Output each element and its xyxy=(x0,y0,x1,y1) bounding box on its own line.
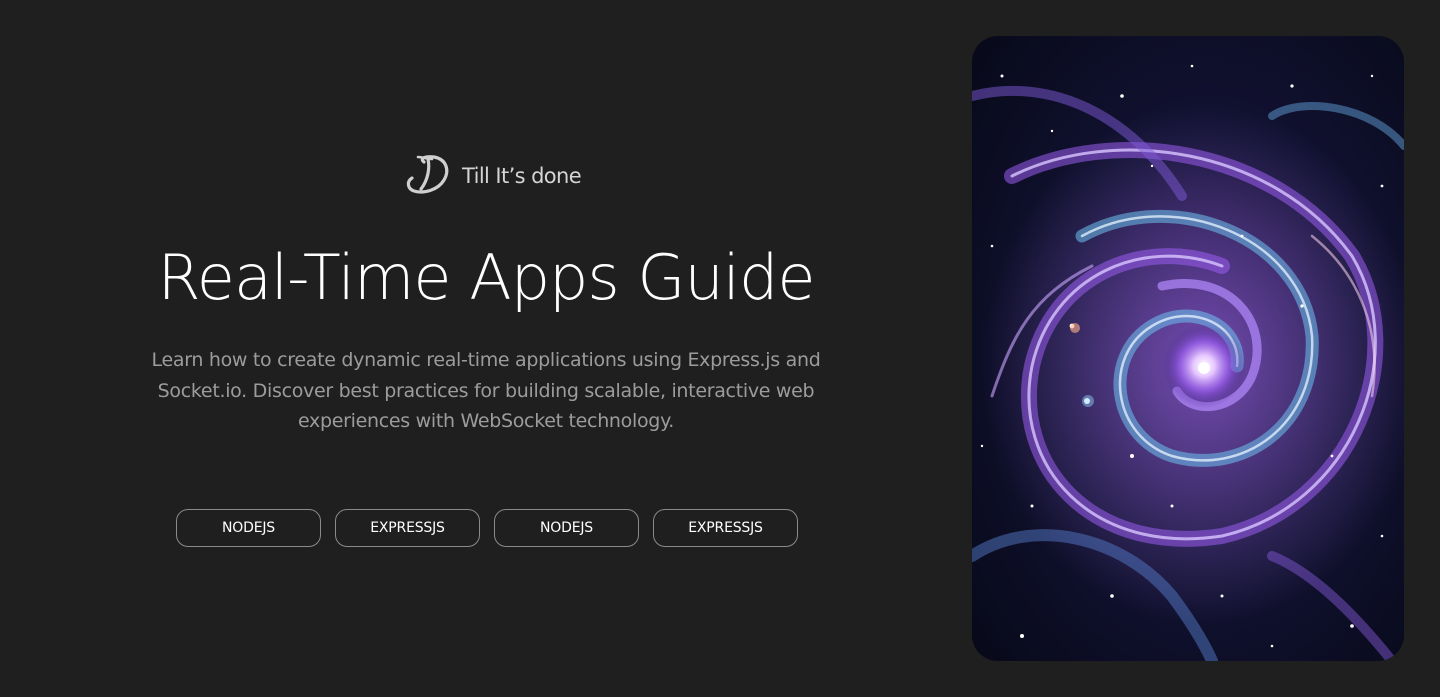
hero-section: Till It’s done Real-Time Apps Guide Lear… xyxy=(0,0,972,697)
hero-description: Learn how to create dynamic real-time ap… xyxy=(151,349,821,432)
page: Till It’s done Real-Time Apps Guide Lear… xyxy=(0,0,1440,697)
page-title: Real-Time Apps Guide xyxy=(157,241,816,314)
tag-nodejs[interactable]: NODEJS xyxy=(176,509,321,547)
tag-expressjs-2[interactable]: EXPRESSJS xyxy=(653,509,798,547)
tag-nodejs-2[interactable]: NODEJS xyxy=(494,509,639,547)
brand-name: Till It’s done xyxy=(462,164,582,188)
tag-expressjs[interactable]: EXPRESSJS xyxy=(335,509,480,547)
brand[interactable]: Till It’s done xyxy=(404,154,582,198)
cosmic-spiral-image xyxy=(972,36,1404,661)
cosmic-spiral-artwork xyxy=(972,36,1404,661)
tag-list: NODEJS EXPRESSJS NODEJS EXPRESSJS xyxy=(176,509,798,547)
script-d-logo-icon xyxy=(406,155,449,194)
